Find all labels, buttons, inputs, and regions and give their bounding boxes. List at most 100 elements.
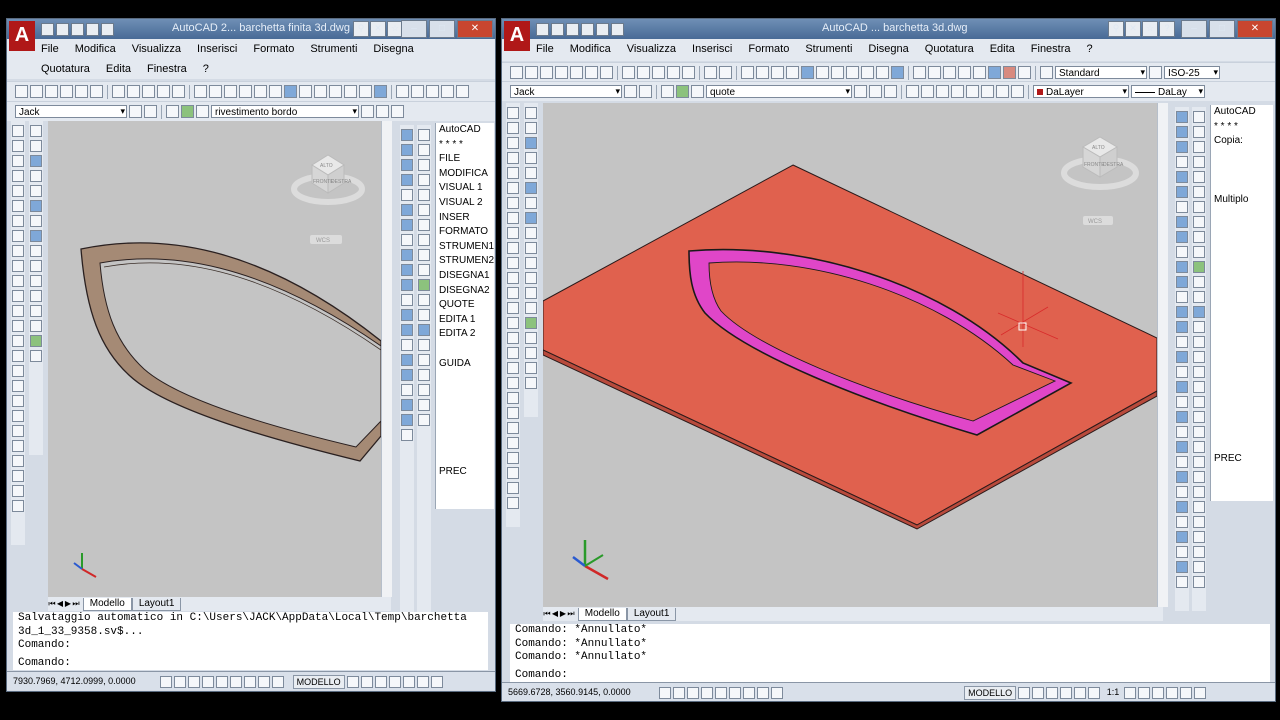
help-icon[interactable] xyxy=(374,85,387,98)
table-icon[interactable] xyxy=(507,362,519,374)
view-icon-10[interactable] xyxy=(401,264,413,276)
sweep-icon[interactable] xyxy=(1193,231,1205,243)
tab-prev-icon[interactable]: ◀ xyxy=(551,607,559,621)
zoom-status-icon[interactable] xyxy=(1046,686,1059,699)
intersect-icon[interactable] xyxy=(418,309,430,321)
view-icon-26[interactable] xyxy=(1176,486,1188,498)
view-icon[interactable] xyxy=(928,66,941,79)
markup-icon[interactable] xyxy=(861,66,874,79)
view-icon-3[interactable] xyxy=(1176,141,1188,153)
workspace-icon[interactable] xyxy=(1151,686,1164,699)
screen-menu-item[interactable] xyxy=(1211,163,1273,178)
polygon-icon[interactable] xyxy=(507,152,519,164)
extrude-icon[interactable] xyxy=(418,219,430,231)
zoom-window-icon[interactable] xyxy=(771,66,784,79)
rotate-face-icon[interactable] xyxy=(1193,456,1205,468)
hatch-icon[interactable] xyxy=(507,317,519,329)
presspull-icon[interactable] xyxy=(1193,561,1205,573)
annotation-scale[interactable]: 1:1 xyxy=(1107,687,1120,697)
menu-strumenti[interactable]: Strumenti xyxy=(797,39,860,59)
shell-icon[interactable] xyxy=(1193,336,1205,348)
pan-icon[interactable] xyxy=(741,66,754,79)
open-icon[interactable] xyxy=(56,23,69,36)
copy-icon[interactable] xyxy=(637,66,650,79)
tab-next-icon[interactable]: ▶ xyxy=(64,597,72,611)
gradient-icon[interactable] xyxy=(12,350,24,362)
osnap-icon[interactable] xyxy=(216,675,229,688)
hidden-icon[interactable] xyxy=(973,66,986,79)
screen-menu-item[interactable] xyxy=(1211,149,1273,164)
move-face-icon[interactable] xyxy=(1193,441,1205,453)
center-mark-icon[interactable] xyxy=(507,452,519,464)
menu-help[interactable]: ? xyxy=(1079,39,1101,59)
copy-object-icon[interactable] xyxy=(525,122,537,134)
showmotion-icon[interactable] xyxy=(402,675,415,688)
menu-file[interactable]: File xyxy=(528,39,562,59)
view-icon-29[interactable] xyxy=(1176,531,1188,543)
offset-icon[interactable] xyxy=(525,152,537,164)
menu-disegna[interactable]: Disegna xyxy=(365,39,421,59)
pan-status-icon[interactable] xyxy=(360,675,373,688)
match-icon[interactable] xyxy=(667,66,680,79)
right-style-combo[interactable]: Jack xyxy=(510,85,622,98)
loft-icon[interactable] xyxy=(1193,246,1205,258)
menu-disegna[interactable]: Disegna xyxy=(860,39,916,59)
layer-off-icon[interactable] xyxy=(921,85,934,98)
layer-manager-icon[interactable] xyxy=(166,105,179,118)
region-icon[interactable] xyxy=(12,365,24,377)
extrude-face-icon[interactable] xyxy=(1193,546,1205,558)
tab-modello[interactable]: Modello xyxy=(82,598,132,611)
ducs-icon[interactable] xyxy=(743,686,756,699)
print-icon[interactable] xyxy=(555,66,568,79)
match-icon[interactable] xyxy=(157,85,170,98)
left-drawing-viewport[interactable]: ALTO FRONTE DESTRA WCS xyxy=(48,121,381,597)
menu-help[interactable]: ? xyxy=(195,59,217,79)
slice-icon[interactable] xyxy=(418,324,430,336)
screen-menu-item[interactable]: VISUAL 2 xyxy=(436,196,494,211)
ellipse-icon[interactable] xyxy=(12,260,24,272)
view-icon-17[interactable] xyxy=(1176,351,1188,363)
section-icon[interactable] xyxy=(1193,321,1205,333)
offset-face-icon[interactable] xyxy=(1193,426,1205,438)
exchange-icon[interactable]: ✕ xyxy=(370,21,386,37)
sheet-set-icon[interactable] xyxy=(329,85,342,98)
view-icon-2[interactable] xyxy=(401,144,413,156)
chamfer-icon[interactable] xyxy=(525,302,537,314)
offset-icon[interactable] xyxy=(30,170,42,182)
screen-menu-item[interactable]: * * * * xyxy=(1211,120,1273,135)
shaded-icon[interactable] xyxy=(988,66,1001,79)
layer-manager-icon[interactable] xyxy=(661,85,674,98)
menu-modifica[interactable]: Modifica xyxy=(67,39,124,59)
explode-icon[interactable] xyxy=(30,350,42,362)
screen-menu-item[interactable]: DISEGNA2 xyxy=(436,284,494,299)
showmotion-icon[interactable] xyxy=(1074,686,1087,699)
preview-icon[interactable] xyxy=(75,85,88,98)
screen-menu-item[interactable]: STRUMEN2 xyxy=(436,254,494,269)
rotate-icon[interactable] xyxy=(525,197,537,209)
command-prompt[interactable]: Comando: xyxy=(18,657,488,671)
favorite-icon[interactable]: ☆ xyxy=(1142,21,1158,37)
new-icon[interactable] xyxy=(536,23,549,36)
properties-icon[interactable] xyxy=(801,66,814,79)
view-icon[interactable] xyxy=(411,85,424,98)
coordinates-readout[interactable]: 7930.7969, 4712.0999, 0.0000 xyxy=(13,676,136,686)
point-icon[interactable] xyxy=(12,320,24,332)
explode-icon[interactable] xyxy=(525,332,537,344)
sheet-set-icon[interactable] xyxy=(846,66,859,79)
menu-visualizza[interactable]: Visualizza xyxy=(619,39,684,59)
chamfer-icon[interactable] xyxy=(30,320,42,332)
scale-icon[interactable] xyxy=(30,230,42,242)
new-icon[interactable] xyxy=(510,66,523,79)
save-icon[interactable] xyxy=(540,66,553,79)
isolate-icon[interactable] xyxy=(1179,686,1192,699)
dimension-icon[interactable] xyxy=(12,425,24,437)
view-icon-13[interactable] xyxy=(401,309,413,321)
make-current-icon[interactable] xyxy=(854,85,867,98)
zoom-realtime-icon[interactable] xyxy=(756,66,769,79)
view-icon-6[interactable] xyxy=(401,204,413,216)
menu-quotatura[interactable]: Quotatura xyxy=(33,59,98,79)
color-face-icon[interactable] xyxy=(1193,501,1205,513)
revolve-icon[interactable] xyxy=(418,234,430,246)
dim-style-icon[interactable] xyxy=(1149,66,1162,79)
view-icon-16[interactable] xyxy=(401,354,413,366)
